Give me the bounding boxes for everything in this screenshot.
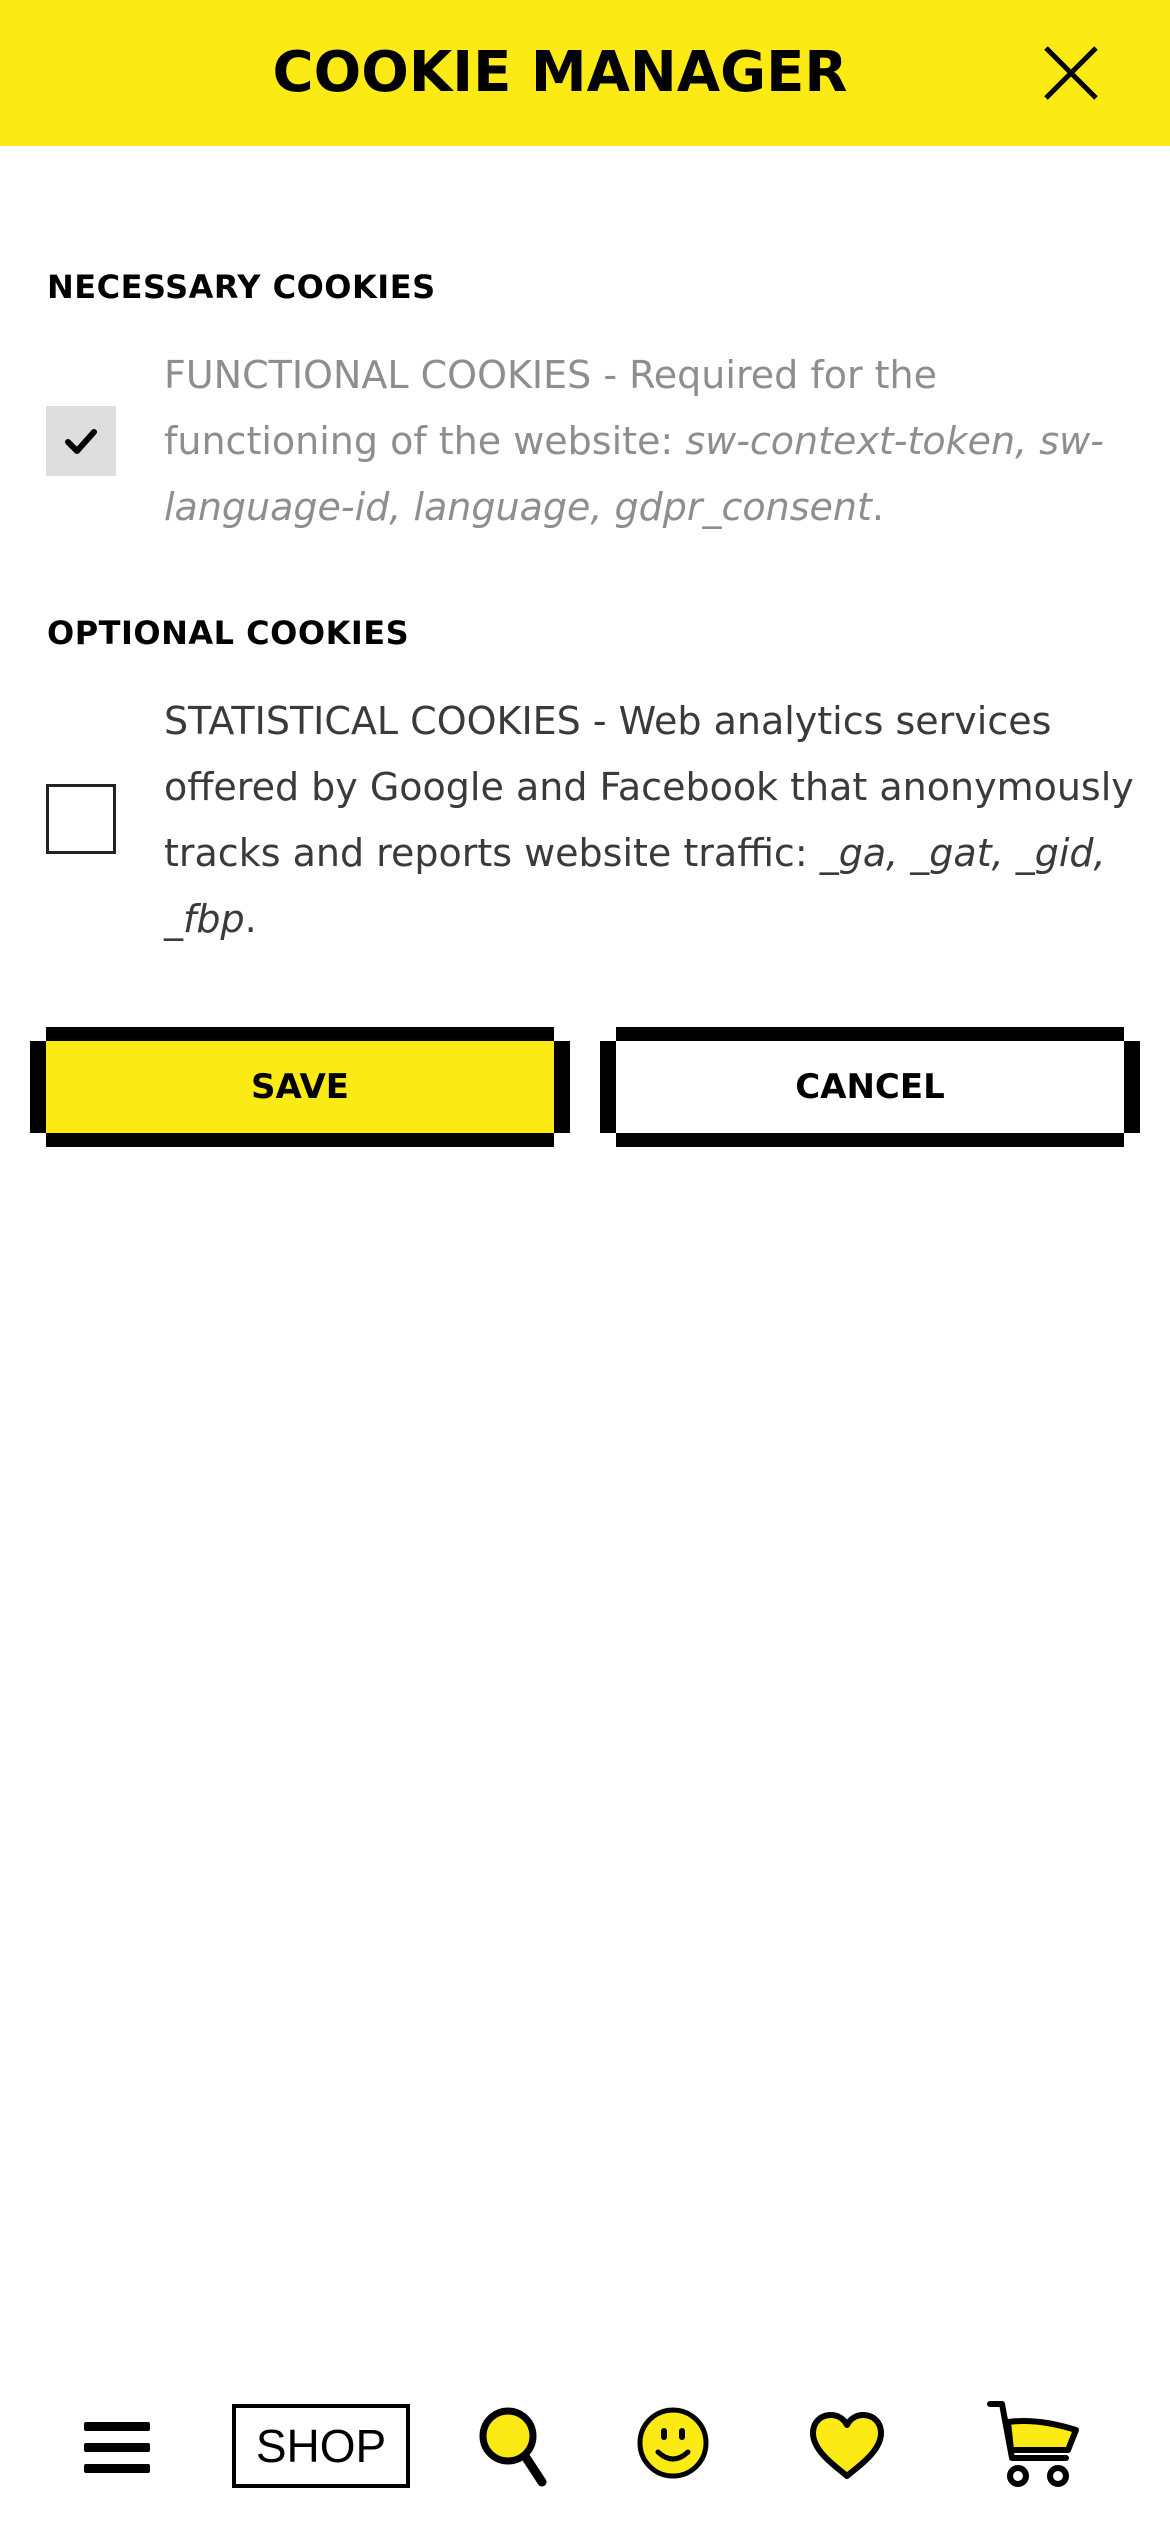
header-bar: COOKIE MANAGER — [0, 0, 1170, 146]
menu-button[interactable] — [84, 2420, 150, 2476]
cart-button[interactable] — [986, 2396, 1082, 2490]
page-title: COOKIE MANAGER — [272, 40, 848, 105]
menu-icon — [84, 2464, 150, 2473]
statistical-cookies-checkbox[interactable] — [46, 784, 116, 854]
shop-button[interactable]: SHOP — [232, 2404, 410, 2488]
save-button-frame — [30, 1041, 46, 1133]
cancel-button-frame — [600, 1041, 616, 1133]
wishlist-button[interactable] — [808, 2410, 886, 2482]
menu-icon — [84, 2422, 150, 2431]
save-button-frame — [46, 1133, 554, 1147]
cancel-button-frame — [616, 1133, 1124, 1147]
save-button-frame — [46, 1027, 554, 1041]
search-icon — [479, 2407, 547, 2487]
functional-cookies-suffix: . — [871, 485, 885, 529]
heart-icon — [810, 2412, 884, 2479]
necessary-cookies-heading: NECESSARY COOKIES — [47, 268, 436, 306]
account-button[interactable] — [636, 2406, 710, 2480]
cancel-button-frame — [616, 1027, 1124, 1041]
close-icon — [1044, 46, 1098, 100]
bottom-navigation: SHOP — [0, 2380, 1170, 2532]
statistical-cookies-description: STATISTICAL COOKIES - Web analytics serv… — [164, 688, 1144, 952]
smiley-icon — [637, 2407, 709, 2479]
cart-icon — [987, 2401, 1079, 2487]
cookie-manager-page: COOKIE MANAGER NECESSARY COOKIES FUNCTIO… — [0, 0, 1170, 2532]
functional-cookies-description: FUNCTIONAL COOKIES - Required for the fu… — [164, 342, 1144, 540]
search-button[interactable] — [478, 2404, 550, 2488]
functional-cookies-checkbox — [46, 406, 116, 476]
cancel-button-frame — [1124, 1041, 1140, 1133]
optional-cookies-heading: OPTIONAL COOKIES — [47, 614, 410, 652]
cancel-button[interactable]: CANCEL — [600, 1027, 1140, 1147]
save-button-label: SAVE — [46, 1041, 554, 1133]
save-button[interactable]: SAVE — [30, 1027, 570, 1147]
cancel-button-label: CANCEL — [616, 1041, 1124, 1133]
menu-icon — [84, 2443, 150, 2452]
close-button[interactable] — [1040, 42, 1102, 104]
save-button-frame — [554, 1041, 570, 1133]
checkmark-icon — [65, 429, 97, 454]
statistical-cookies-suffix: . — [244, 897, 257, 941]
